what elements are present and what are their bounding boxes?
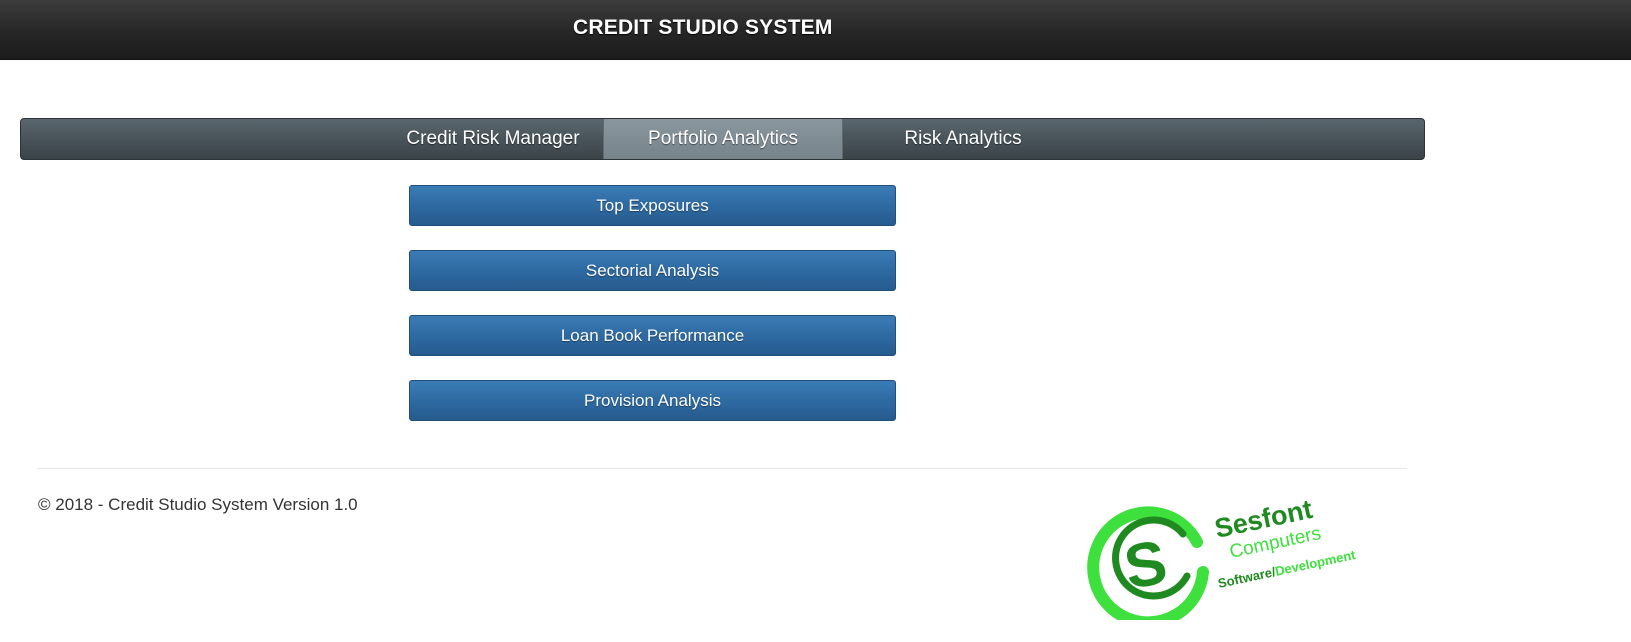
logo-line3a: Software/	[1217, 564, 1278, 591]
loan-book-performance-button[interactable]: Loan Book Performance	[409, 315, 896, 356]
logo-line3b: Development	[1274, 547, 1358, 579]
sectorial-analysis-button[interactable]: Sectorial Analysis	[409, 250, 896, 291]
footer-divider	[37, 468, 1407, 469]
app-title: CREDIT STUDIO SYSTEM	[573, 16, 833, 39]
tab-risk-analytics[interactable]: Risk Analytics	[843, 119, 1083, 159]
footer-copyright: © 2018 - Credit Studio System Version 1.…	[38, 495, 358, 514]
logo-s-letter: S	[1119, 528, 1172, 603]
main-nav-tabbar: Credit Risk Manager Portfolio Analytics …	[20, 118, 1425, 160]
sesfont-logo: S Sesfont Computers Software/Development	[1087, 494, 1358, 620]
app-header: CREDIT STUDIO SYSTEM	[0, 0, 1631, 60]
top-exposures-button[interactable]: Top Exposures	[409, 185, 896, 226]
provision-analysis-button[interactable]: Provision Analysis	[409, 380, 896, 421]
tab-credit-risk-manager[interactable]: Credit Risk Manager	[383, 119, 603, 159]
tab-portfolio-analytics[interactable]: Portfolio Analytics	[603, 119, 843, 159]
